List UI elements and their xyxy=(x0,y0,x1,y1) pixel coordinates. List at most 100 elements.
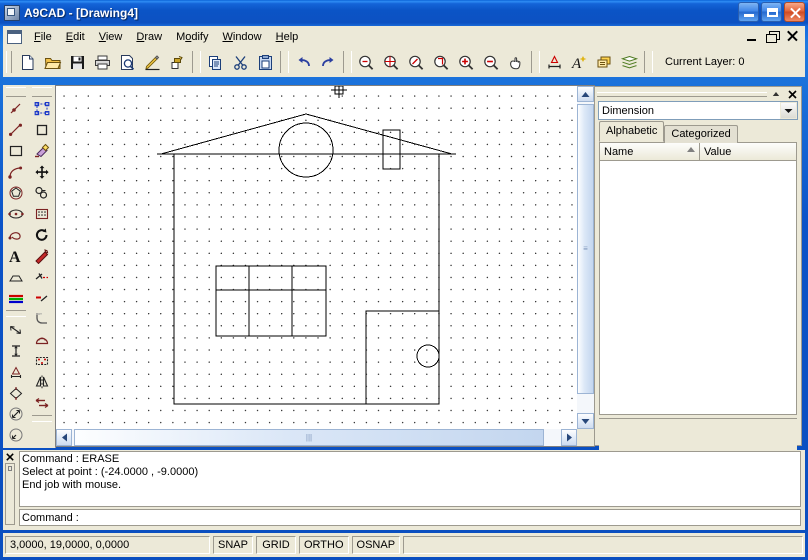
status-toggle-osnap[interactable]: OSNAP xyxy=(352,536,401,554)
open-folder-icon[interactable] xyxy=(40,50,65,74)
properties-grid-body[interactable] xyxy=(600,161,796,414)
mdi-close-button[interactable] xyxy=(784,28,801,44)
vscroll-thumb[interactable]: ≡ xyxy=(577,104,594,394)
command-input[interactable]: Command : xyxy=(19,509,801,526)
point-icon[interactable] xyxy=(4,98,28,119)
status-toggle-snap[interactable]: SNAP xyxy=(213,536,253,554)
canvas-vertical-scrollbar[interactable]: ≡ xyxy=(577,86,594,429)
new-file-icon[interactable] xyxy=(15,50,40,74)
dimension-vertical-icon[interactable] xyxy=(4,340,28,361)
scale-icon[interactable] xyxy=(30,392,54,413)
dimension-diameter-icon[interactable] xyxy=(4,382,28,403)
tab-alphabetic[interactable]: Alphabetic xyxy=(599,121,664,142)
drawing-canvas[interactable] xyxy=(56,86,577,429)
dimension-center-icon[interactable] xyxy=(4,424,28,445)
dimension-style-icon[interactable] xyxy=(542,50,567,74)
format-painter-icon[interactable] xyxy=(165,50,190,74)
text-style-icon[interactable]: A xyxy=(567,50,592,74)
mdi-restore-button[interactable] xyxy=(764,28,781,44)
dimension-angular-icon[interactable] xyxy=(4,361,28,382)
menu-edit[interactable]: Edit xyxy=(59,28,92,46)
mdi-minimize-button[interactable] xyxy=(744,28,761,44)
copy-icon[interactable] xyxy=(203,50,228,74)
cut-scissors-icon[interactable] xyxy=(228,50,253,74)
ellipse-icon[interactable] xyxy=(4,203,28,224)
hatch-icon[interactable] xyxy=(4,266,28,287)
zoom-in-icon[interactable] xyxy=(454,50,479,74)
zoom-all-icon[interactable] xyxy=(379,50,404,74)
array-icon[interactable] xyxy=(30,203,54,224)
line-icon[interactable] xyxy=(4,119,28,140)
command-window-grip[interactable] xyxy=(5,463,15,525)
column-header-name[interactable]: Name xyxy=(600,143,700,160)
polygon-icon[interactable] xyxy=(4,182,28,203)
menu-draw[interactable]: Draw xyxy=(129,28,169,46)
erase-icon[interactable] xyxy=(30,140,54,161)
scroll-right-button[interactable] xyxy=(561,429,577,446)
scroll-down-button[interactable] xyxy=(577,413,594,429)
copy-object-icon[interactable] xyxy=(30,182,54,203)
layers-icon[interactable] xyxy=(617,50,642,74)
status-toggle-ortho[interactable]: ORTHO xyxy=(299,536,349,554)
pen-icon[interactable] xyxy=(140,50,165,74)
extend-icon[interactable] xyxy=(30,287,54,308)
status-toggle-grid[interactable]: GRID xyxy=(256,536,296,554)
toolbar-grip[interactable] xyxy=(6,51,12,73)
zoom-previous-icon[interactable] xyxy=(429,50,454,74)
scroll-left-button[interactable] xyxy=(56,429,72,446)
layer-properties-icon[interactable] xyxy=(592,50,617,74)
print-preview-icon[interactable] xyxy=(115,50,140,74)
close-button[interactable] xyxy=(784,2,805,22)
offset-icon[interactable] xyxy=(30,350,54,371)
tab-categorized[interactable]: Categorized xyxy=(664,125,737,143)
zoom-out-icon[interactable] xyxy=(479,50,504,74)
command-window-close-icon[interactable] xyxy=(5,451,15,462)
text-icon[interactable]: A xyxy=(4,245,28,266)
canvas-horizontal-scrollbar[interactable]: ||| xyxy=(56,429,577,446)
document-icon[interactable] xyxy=(7,30,22,44)
drawing-area[interactable]: ≡ ||| xyxy=(55,85,595,447)
menu-window[interactable]: Window xyxy=(215,28,268,46)
trim-icon[interactable] xyxy=(30,266,54,287)
menu-help[interactable]: Help xyxy=(269,28,306,46)
draw-toolbar-grip[interactable] xyxy=(6,87,26,97)
properties-grid[interactable]: Name Value xyxy=(599,142,797,415)
dimension-radius-icon[interactable] xyxy=(4,403,28,424)
fillet-icon[interactable] xyxy=(30,308,54,329)
chevron-down-icon[interactable] xyxy=(780,102,797,119)
chamfer-icon[interactable] xyxy=(30,329,54,350)
column-header-value[interactable]: Value xyxy=(700,143,796,160)
modify-toolbar-grip[interactable] xyxy=(32,87,52,97)
save-disk-icon[interactable] xyxy=(65,50,90,74)
menu-modify[interactable]: Modify xyxy=(169,28,215,46)
maximize-button[interactable] xyxy=(761,2,782,22)
deselect-icon[interactable] xyxy=(30,119,54,140)
command-history[interactable]: Command : ERASE Select at point : (-24.0… xyxy=(19,451,801,507)
dimension-aligned-icon[interactable] xyxy=(4,319,28,340)
print-icon[interactable] xyxy=(90,50,115,74)
pan-hand-icon[interactable] xyxy=(504,50,529,74)
arc-icon[interactable] xyxy=(4,161,28,182)
rectangle-icon[interactable] xyxy=(4,140,28,161)
object-type-combobox[interactable]: Dimension xyxy=(598,101,798,120)
menu-view[interactable]: View xyxy=(92,28,130,46)
menu-file[interactable]: File xyxy=(27,28,59,46)
zoom-dynamic-icon[interactable] xyxy=(404,50,429,74)
select-icon[interactable] xyxy=(30,98,54,119)
hscroll-thumb[interactable]: ||| xyxy=(74,429,544,446)
properties-panel-grip[interactable] xyxy=(597,92,767,97)
explode-icon[interactable] xyxy=(30,245,54,266)
collapse-icon[interactable] xyxy=(769,88,783,100)
move-icon[interactable] xyxy=(30,161,54,182)
scroll-up-button[interactable] xyxy=(577,86,594,102)
redo-arrow-icon[interactable] xyxy=(316,50,341,74)
polyline-icon[interactable] xyxy=(4,224,28,245)
gradient-icon[interactable] xyxy=(4,287,28,308)
paste-clipboard-icon[interactable] xyxy=(253,50,278,74)
undo-arrow-icon[interactable] xyxy=(291,50,316,74)
close-icon[interactable] xyxy=(785,88,799,100)
mirror-icon[interactable] xyxy=(30,371,54,392)
rotate-icon[interactable] xyxy=(30,224,54,245)
zoom-window-icon[interactable] xyxy=(354,50,379,74)
minimize-button[interactable] xyxy=(738,2,759,22)
